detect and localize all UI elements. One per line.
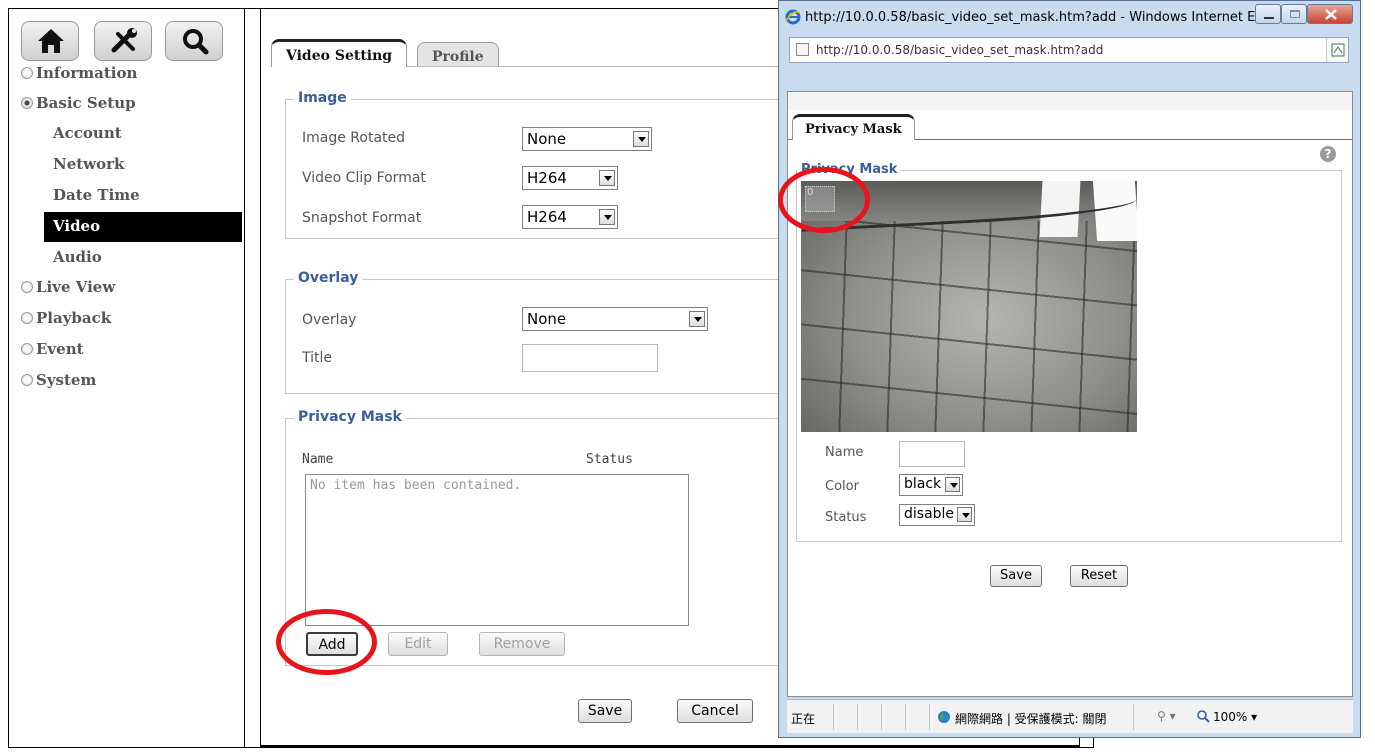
snapshot-format-select[interactable]: H264 — [522, 205, 618, 229]
chevron-down-icon — [633, 131, 649, 147]
radio-bullet-icon — [21, 281, 33, 293]
chevron-down-icon — [689, 311, 705, 327]
mask-status-select[interactable]: disable — [899, 504, 975, 526]
menu-system[interactable]: System — [21, 371, 96, 389]
menu-basic-setup[interactable]: Basic Setup — [21, 94, 136, 112]
radio-bullet-icon — [21, 374, 33, 386]
image-rotated-select[interactable]: None — [522, 127, 652, 151]
submenu-video[interactable]: Video — [44, 212, 242, 242]
mask-name-input[interactable] — [899, 441, 965, 467]
compat-view-icon[interactable] — [1326, 38, 1348, 62]
video-clip-format-label: Video Clip Format — [302, 170, 426, 186]
help-icon[interactable]: ? — [1320, 146, 1336, 162]
edit-button[interactable]: Edit — [388, 632, 448, 656]
protected-mode-icon[interactable]: ⚲ ▾ — [1157, 709, 1176, 723]
menu-playback[interactable]: Playback — [21, 309, 111, 327]
mask-color-select[interactable]: black — [899, 474, 963, 496]
privacy-col-name: Name — [302, 452, 334, 467]
mask-status-label: Status — [825, 510, 867, 525]
chevron-down-icon — [957, 507, 972, 522]
privacy-col-status: Status — [586, 452, 633, 467]
minimize-icon — [1264, 17, 1274, 19]
highlight-ring-mask — [778, 167, 870, 233]
search-icon — [183, 29, 209, 55]
cancel-button[interactable]: Cancel — [677, 699, 753, 723]
tools-icon — [111, 28, 137, 53]
popup-save-button[interactable]: Save — [990, 565, 1042, 587]
close-button[interactable] — [1307, 4, 1353, 24]
overlay-legend: Overlay — [294, 270, 363, 286]
submenu-account[interactable]: Account — [53, 124, 122, 142]
overlay-title-label: Title — [302, 350, 333, 366]
privacy-mask-list[interactable]: No item has been contained. — [305, 474, 689, 626]
zoom-icon — [1197, 710, 1210, 723]
popup-privacy-mask-section: Privacy Mask 0 Name Color black Status d… — [796, 162, 1342, 542]
popup-title: http://10.0.0.58/basic_video_set_mask.ht… — [805, 10, 1300, 25]
menu-event[interactable]: Event — [21, 340, 84, 358]
snapshot-format-label: Snapshot Format — [302, 210, 422, 226]
privacy-mask-legend: Privacy Mask — [294, 409, 406, 425]
chevron-down-icon — [599, 209, 615, 225]
highlight-ring-add — [276, 609, 377, 675]
popup-window: http://10.0.0.58/basic_video_set_mask.ht… — [778, 0, 1361, 738]
video-clip-format-select[interactable]: H264 — [522, 166, 618, 190]
popup-reset-button[interactable]: Reset — [1070, 565, 1128, 587]
page-icon — [796, 43, 809, 56]
popup-url: http://10.0.0.58/basic_video_set_mask.ht… — [816, 43, 1104, 57]
popup-address-bar[interactable]: http://10.0.0.58/basic_video_set_mask.ht… — [789, 37, 1349, 63]
maximize-icon — [1290, 10, 1300, 18]
status-progress-text: 正在 — [791, 712, 816, 726]
popup-status-bar: 正在 網際網路 | 受保護模式: 關閉 ⚲ ▾ 100% ▾ — [787, 699, 1353, 733]
chevron-down-icon — [599, 170, 615, 186]
setup-button[interactable] — [94, 21, 152, 61]
submenu-audio[interactable]: Audio — [53, 248, 102, 266]
security-zone-text: 網際網路 | 受保護模式: 關閉 — [955, 712, 1107, 726]
menu-information[interactable]: Information — [21, 64, 137, 82]
home-button[interactable] — [21, 21, 79, 61]
radio-bullet-icon — [21, 343, 33, 355]
close-icon — [1325, 9, 1337, 20]
mask-name-label: Name — [825, 445, 864, 460]
tab-video-setting[interactable]: Video Setting — [271, 39, 408, 67]
image-rotated-label: Image Rotated — [302, 130, 406, 146]
tab-privacy-mask[interactable]: Privacy Mask — [792, 114, 915, 140]
maximize-button[interactable] — [1281, 4, 1307, 24]
ie-logo-icon — [785, 9, 801, 25]
image-legend: Image — [294, 90, 351, 106]
sidebar: Information Basic Setup Account Network … — [9, 9, 245, 747]
radio-bullet-icon — [21, 97, 33, 109]
save-button[interactable]: Save — [578, 699, 632, 723]
menu-live-view[interactable]: Live View — [21, 278, 115, 296]
overlay-title-input[interactable] — [522, 344, 658, 372]
submenu-date-time[interactable]: Date Time — [53, 186, 140, 204]
tab-profile[interactable]: Profile — [417, 42, 499, 67]
radio-bullet-icon — [21, 312, 33, 324]
mask-color-label: Color — [825, 479, 859, 494]
overlay-label: Overlay — [302, 312, 357, 328]
minimize-button[interactable] — [1255, 4, 1281, 24]
radio-bullet-icon — [21, 67, 33, 79]
home-icon — [38, 29, 64, 53]
empty-list-message: No item has been contained. — [310, 478, 522, 493]
overlay-select[interactable]: None — [522, 307, 708, 331]
popup-content: Privacy Mask ? Privacy Mask 0 Name Color… — [787, 91, 1353, 697]
popup-title-bar: http://10.0.0.58/basic_video_set_mask.ht… — [779, 1, 1360, 35]
chevron-down-icon — [945, 477, 960, 492]
search-button[interactable] — [165, 21, 223, 61]
remove-button[interactable]: Remove — [479, 632, 565, 656]
submenu-network[interactable]: Network — [53, 155, 124, 173]
zoom-level[interactable]: 100% ▾ — [1213, 710, 1257, 724]
globe-icon — [938, 711, 950, 723]
